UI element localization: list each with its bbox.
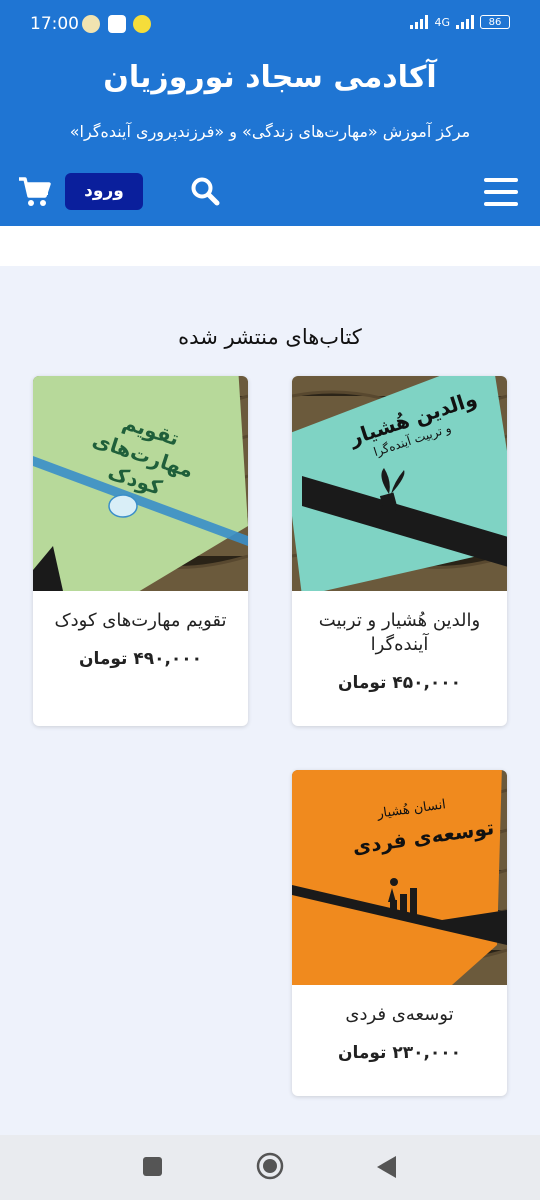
login-button[interactable]: ورود xyxy=(65,173,143,210)
book-price: ۲۳۰,۰۰۰ تومان xyxy=(337,1043,462,1063)
battery-icon: 86 xyxy=(480,15,510,29)
site-title[interactable]: آکادمی سجاد نوروزیان xyxy=(0,60,540,95)
book-cover-image[interactable]: والدین هُشیار و تربیت آینده‌گرا xyxy=(292,376,507,591)
search-icon[interactable] xyxy=(190,176,220,206)
book-title[interactable]: توسعه‌ی فردی xyxy=(306,1003,493,1027)
book-cover-image[interactable]: انسان هُشیار توسعه‌ی فردی xyxy=(292,770,507,985)
status-indicators: 4G 86 xyxy=(410,15,510,29)
status-time: 17:00 xyxy=(30,14,79,34)
app-notification-icon xyxy=(108,15,126,33)
status-bar: 17:00 4G 86 xyxy=(0,0,540,50)
content-top-strip xyxy=(0,226,540,266)
book-card[interactable]: والدین هُشیار و تربیت آینده‌گرا والدین ه… xyxy=(292,376,507,726)
shopping-cart-icon[interactable] xyxy=(18,176,52,208)
system-navigation-bar xyxy=(0,1135,540,1200)
back-triangle-icon[interactable] xyxy=(376,1155,398,1179)
book-title[interactable]: تقویم مهارت‌های کودک xyxy=(47,609,234,633)
book-card[interactable]: تقویم مهارت‌های کودک تقویم مهارت‌های کود… xyxy=(33,376,248,726)
app-notification-icon xyxy=(82,15,100,33)
signal-icon xyxy=(456,15,474,29)
site-subtitle: مرکز آموزش «مهارت‌های زندگی» و «فرزندپرو… xyxy=(69,122,471,141)
section-title: کتاب‌های منتشر شده xyxy=(178,325,362,349)
book-price: ۴۵۰,۰۰۰ تومان xyxy=(337,673,462,693)
book-title[interactable]: والدین هُشیار و تربیت آینده‌گرا xyxy=(306,609,493,657)
site-header: آکادمی سجاد نوروزیان مرکز آموزش «مهارت‌ه… xyxy=(0,50,540,226)
book-cover-image[interactable]: تقویم مهارت‌های کودک xyxy=(33,376,248,591)
hamburger-menu-icon[interactable] xyxy=(484,178,518,206)
book-price: ۴۹۰,۰۰۰ تومان xyxy=(78,649,203,669)
signal-icon xyxy=(410,15,429,29)
book-card[interactable]: انسان هُشیار توسعه‌ی فردی توسعه‌ی فردی ۲… xyxy=(292,770,507,1096)
home-circle-icon[interactable] xyxy=(256,1152,284,1180)
app-notification-icon xyxy=(133,15,151,33)
network-label: 4G xyxy=(434,15,450,29)
recents-square-icon[interactable] xyxy=(143,1157,162,1176)
